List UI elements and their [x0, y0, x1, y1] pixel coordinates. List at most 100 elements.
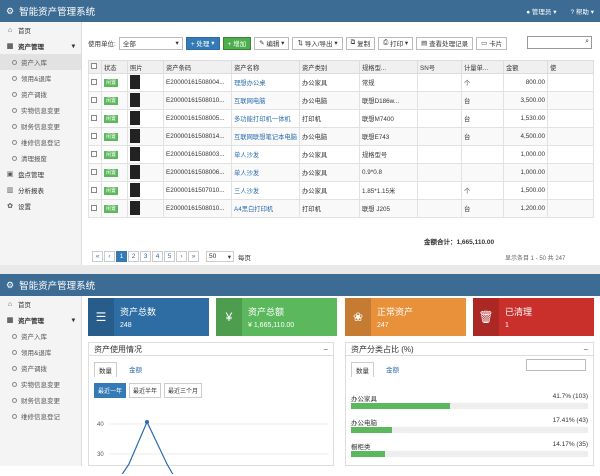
asset-amount: 1,530.00	[503, 109, 548, 128]
category-search-input[interactable]	[526, 359, 586, 371]
edit-button[interactable]: ✎ 编辑 ▾	[254, 36, 290, 50]
table-row[interactable]: 闲置 E20000161508005... 多功能打印机一体机 打印机 联想M7400 台…	[88, 109, 594, 128]
row-checkbox[interactable]	[88, 199, 102, 218]
process-button[interactable]: + 处理 ▾	[185, 36, 220, 50]
range-1y-button[interactable]: 最近一年	[94, 383, 127, 398]
asset-user	[547, 199, 594, 218]
table-row[interactable]: 闲置 E20000161508014... 互联网联想笔记本电脑 办公电脑 联想E743…	[88, 127, 594, 146]
page-button[interactable]: 1	[116, 251, 127, 262]
page-button[interactable]: »	[188, 251, 199, 262]
tab-quantity[interactable]: 数量	[94, 362, 117, 377]
app-logo-icon: ⚙	[6, 279, 15, 290]
select-all-checkbox[interactable]	[88, 60, 102, 74]
col-header[interactable]: 状态	[101, 60, 128, 74]
page-button[interactable]: 5	[164, 251, 175, 262]
sidebar-item[interactable]: 维修信息登记	[0, 408, 81, 424]
sidebar-item[interactable]: ⌂ 首页	[0, 22, 81, 38]
range-6m-button[interactable]: 最近半年	[129, 383, 162, 398]
sidebar-item-label: 领用&退库	[21, 76, 52, 83]
col-header[interactable]: SN号	[417, 60, 462, 74]
col-header[interactable]: 计量单...	[461, 60, 504, 74]
sidebar-item[interactable]: 资产调拨	[0, 86, 81, 102]
collapse-icon[interactable]: −	[583, 345, 588, 354]
sidebar-item[interactable]: 财务信息变更	[0, 392, 81, 408]
stat-card[interactable]: ☰ 资产总数 248	[88, 298, 209, 336]
sidebar-item[interactable]: ▣ 盘点管理	[0, 166, 81, 182]
add-button[interactable]: + 增加	[222, 36, 252, 50]
col-header[interactable]: 金额	[503, 60, 548, 74]
row-checkbox[interactable]	[88, 181, 102, 200]
sidebar-item[interactable]: ✿ 设置	[0, 198, 81, 214]
sidebar-item[interactable]: ⌂ 首页	[0, 296, 81, 312]
copy-button[interactable]: ⧉ 复制	[345, 36, 376, 50]
asset-amount: 1,000.00	[503, 163, 548, 182]
row-checkbox[interactable]	[88, 163, 102, 182]
asset-name-link[interactable]: 三人沙发	[231, 181, 300, 200]
page-button[interactable]: 4	[152, 251, 163, 262]
range-3m-button[interactable]: 最近三个月	[164, 383, 203, 398]
sidebar-item[interactable]: 实物信息变更	[0, 376, 81, 392]
collapse-icon[interactable]: −	[323, 345, 328, 354]
search-input[interactable]: ⌕	[527, 36, 592, 49]
row-checkbox[interactable]	[88, 109, 102, 128]
card-button[interactable]: ▭ 卡片	[476, 36, 508, 50]
col-header[interactable]: 照片	[127, 60, 164, 74]
sidebar-item[interactable]: 资产入库	[0, 54, 81, 70]
trash-icon: 🗑	[473, 298, 499, 336]
table-row[interactable]: 闲置 E20000161508010... A4黑白打印机 打印机 联想 J205 台 1,…	[88, 199, 594, 218]
page-button[interactable]: «	[92, 251, 103, 262]
sidebar-item[interactable]: ▥ 分析报表	[0, 182, 81, 198]
unit-select[interactable]: 全部 ▾	[118, 36, 183, 50]
sidebar-2: ⌂ 首页 ▦ 资产管理 ▾ 资产入库 领用&退库 资产调拨 实物信息变更 财务信息变更 维修信息登记	[0, 296, 82, 466]
view-records-button[interactable]: ▤ 查看处理记录	[416, 36, 474, 50]
page-size-select[interactable]: 50 ▾	[206, 251, 234, 262]
sidebar-item[interactable]: 资产调拨	[0, 360, 81, 376]
row-checkbox[interactable]	[88, 73, 102, 92]
tab-amount[interactable]: 金额	[382, 362, 403, 377]
asset-unit: 个	[461, 181, 504, 200]
stat-card[interactable]: ¥ 资产总额 ¥ 1,665,110.00	[216, 298, 337, 336]
table-row[interactable]: 闲置 E20000161508003... 单人沙发 办公家具 规格型号 1,000.00	[88, 145, 594, 164]
asset-name-link[interactable]: 理想办公桌	[231, 73, 300, 92]
col-header[interactable]: 资产类别	[299, 60, 360, 74]
table-row[interactable]: 闲置 E20000161508010... 互联网电脑 办公电脑 联想D186w... 台…	[88, 91, 594, 110]
tab-amount[interactable]: 金额	[125, 362, 146, 377]
table-row[interactable]: 闲置 E20000161507010... 三人沙发 办公家具 1.85*1.15米 个 1…	[88, 181, 594, 200]
tab-quantity[interactable]: 数量	[351, 362, 374, 377]
stat-card[interactable]: ❀ 正常资产 247	[345, 298, 466, 336]
asset-name-link[interactable]: 互联网联想笔记本电脑	[231, 127, 300, 146]
col-header[interactable]: 使	[547, 60, 594, 74]
sidebar-item[interactable]: ▦ 资产管理 ▾	[0, 312, 81, 328]
data-point[interactable]	[145, 420, 149, 424]
page-button[interactable]: ‹	[104, 251, 115, 262]
col-header[interactable]: 规格型...	[359, 60, 418, 74]
import-export-button[interactable]: ⇅ 导入/导出 ▾	[292, 36, 343, 50]
asset-name-link[interactable]: 单人沙发	[231, 163, 300, 182]
row-checkbox[interactable]	[88, 91, 102, 110]
stat-card[interactable]: 🗑 已清理 1	[473, 298, 594, 336]
sidebar-item[interactable]: 维修信息登记	[0, 134, 81, 150]
row-checkbox[interactable]	[88, 127, 102, 146]
help-link[interactable]: ? 帮助 ▾	[571, 6, 595, 16]
asset-name-link[interactable]: 互联网电脑	[231, 91, 300, 110]
sidebar-item[interactable]: 实物信息变更	[0, 102, 81, 118]
asset-name-link[interactable]: A4黑白打印机	[231, 199, 300, 218]
page-button[interactable]: ›	[176, 251, 187, 262]
table-row[interactable]: 闲置 E20000161508006... 单人沙发 办公家具 0.9*0.8 1,000…	[88, 163, 594, 182]
row-checkbox[interactable]	[88, 145, 102, 164]
sidebar-item[interactable]: 领用&退库	[0, 344, 81, 360]
table-row[interactable]: 闲置 E20000161508004... 理想办公桌 办公家具 常规 个 800.00	[88, 73, 594, 92]
sidebar-item[interactable]: 清理报废	[0, 150, 81, 166]
sidebar-item[interactable]: 领用&退库	[0, 70, 81, 86]
sidebar-item[interactable]: 资产入库	[0, 328, 81, 344]
sidebar-item[interactable]: 财务信息变更	[0, 118, 81, 134]
print-button[interactable]: ⎙ 打印 ▾	[378, 36, 414, 50]
asset-name-link[interactable]: 多功能打印机一体机	[231, 109, 300, 128]
page-button[interactable]: 3	[140, 251, 151, 262]
sidebar-item[interactable]: ▦ 资产管理 ▾	[0, 38, 81, 54]
user-menu[interactable]: ● 管理员 ▾	[526, 6, 556, 16]
page-button[interactable]: 2	[128, 251, 139, 262]
col-header[interactable]: 资产条码	[163, 60, 232, 74]
col-header[interactable]: 资产名称	[231, 60, 300, 74]
asset-name-link[interactable]: 单人沙发	[231, 145, 300, 164]
